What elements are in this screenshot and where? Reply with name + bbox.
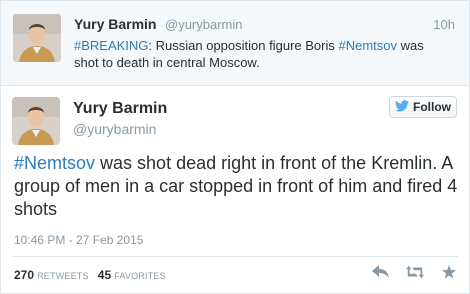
divider [12,256,458,257]
author-handle[interactable]: @yurybarmin [73,121,156,137]
reply-icon[interactable] [372,264,390,280]
favorite-count[interactable]: 45 [98,268,111,282]
tweet-timestamp[interactable]: 10h [433,17,455,32]
hashtag-link[interactable]: #Nemtsov [14,153,95,173]
follow-label: Follow [413,100,451,114]
tweet-stats: 270 Retweets 45 Favorites [14,268,172,282]
tweet-text: #BREAKING: Russian opposition figure Bor… [74,37,434,71]
retweet-label[interactable]: Retweets [37,271,89,281]
retweet-icon[interactable] [406,264,424,280]
tweet-text-segment: : Russian opposition figure Boris [148,38,339,53]
in-reply-to-tweet[interactable]: Yury Barmin @yurybarmin 10h #BREAKING: R… [1,1,469,86]
author-name[interactable]: Yury Barmin [74,16,156,32]
hashtag-link[interactable]: #BREAKING [74,38,148,53]
favorite-label[interactable]: Favorites [114,271,166,281]
avatar[interactable] [12,97,60,145]
star-icon[interactable] [440,264,458,280]
author-handle[interactable]: @yurybarmin [165,17,243,32]
hashtag-link[interactable]: #Nemtsov [338,38,397,53]
tweet-actions [372,264,458,280]
author-name[interactable]: Yury Barmin [73,100,167,118]
avatar[interactable] [13,14,61,62]
tweet-date[interactable]: 10:46 PM - 27 Feb 2015 [14,233,143,247]
retweet-count[interactable]: 270 [14,268,34,282]
follow-button[interactable]: Follow [389,96,457,118]
tweet-text: #Nemtsov was shot dead right in front of… [14,152,460,221]
twitter-bird-icon [395,99,409,115]
